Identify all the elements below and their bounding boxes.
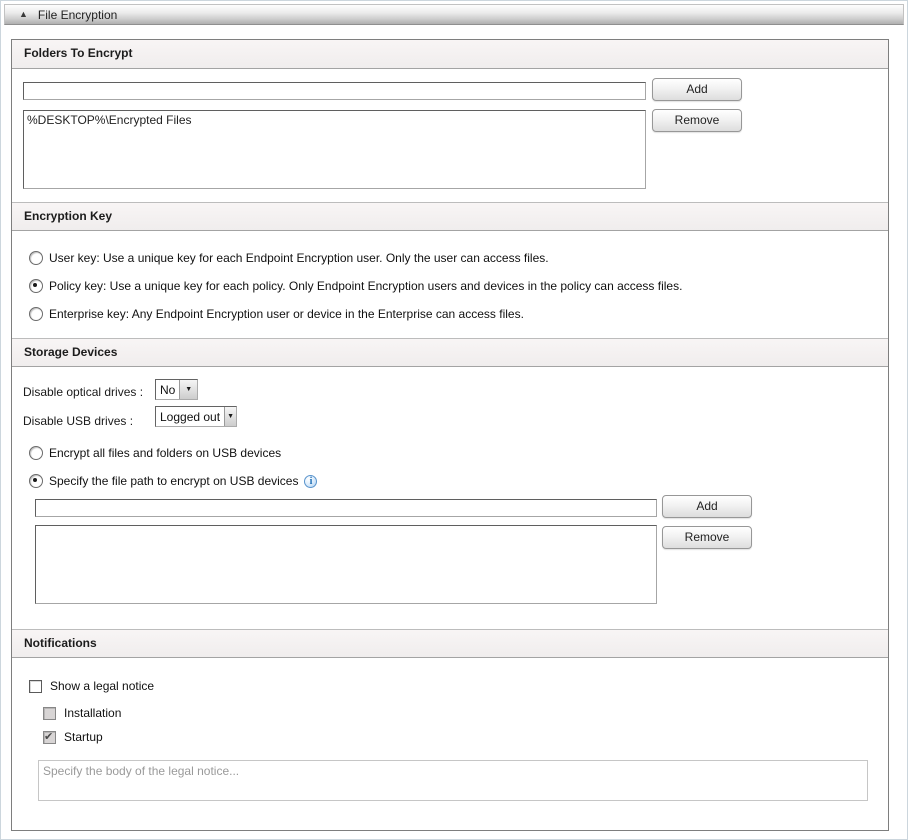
collapse-triangle-icon[interactable]: ▲ <box>19 10 28 19</box>
folder-path-input[interactable] <box>23 82 646 100</box>
disable-usb-drives-select[interactable]: Logged out ▼ <box>155 406 237 427</box>
enterprise-key-radio[interactable] <box>29 307 43 321</box>
file-encryption-panel: Folders To Encrypt Add %DESKTOP%\Encrypt… <box>11 39 889 831</box>
page-title: File Encryption <box>38 8 117 22</box>
startup-checkbox-row: ✔ Startup <box>43 730 103 744</box>
encrypt-all-usb-radio-row[interactable]: Encrypt all files and folders on USB dev… <box>29 446 281 460</box>
enterprise-key-radio-label: Enterprise key: Any Endpoint Encryption … <box>49 307 524 321</box>
section-header-notifications: Notifications <box>12 629 888 658</box>
show-legal-notice-checkbox[interactable] <box>29 680 42 693</box>
specify-usb-path-radio-label: Specify the file path to encrypt on USB … <box>49 474 298 488</box>
legal-notice-body-textarea[interactable] <box>38 760 868 801</box>
encrypt-all-usb-radio[interactable] <box>29 446 43 460</box>
usb-path-add-button[interactable]: Add <box>662 495 752 518</box>
show-legal-notice-label: Show a legal notice <box>50 679 154 693</box>
installation-checkbox-row: Installation <box>43 706 121 720</box>
disable-usb-drives-label: Disable USB drives : <box>23 414 133 428</box>
enterprise-key-radio-row[interactable]: Enterprise key: Any Endpoint Encryption … <box>29 307 524 321</box>
installation-checkbox <box>43 707 56 720</box>
folders-list-item[interactable]: %DESKTOP%\Encrypted Files <box>24 111 645 129</box>
encrypt-all-usb-radio-label: Encrypt all files and folders on USB dev… <box>49 446 281 460</box>
disable-optical-drives-label: Disable optical drives : <box>23 385 143 399</box>
policy-key-radio-label: Policy key: Use a unique key for each po… <box>49 279 682 293</box>
installation-label: Installation <box>64 706 121 720</box>
policy-key-radio-row[interactable]: Policy key: Use a unique key for each po… <box>29 279 682 293</box>
disable-optical-drives-select[interactable]: No ▼ <box>155 379 198 400</box>
specify-usb-path-radio[interactable] <box>29 474 43 488</box>
usb-path-listbox[interactable] <box>35 525 657 604</box>
chevron-down-icon[interactable]: ▼ <box>224 407 236 426</box>
info-icon[interactable]: i <box>304 475 317 488</box>
check-icon: ✔ <box>44 730 53 743</box>
section-header-storage-devices: Storage Devices <box>12 338 888 367</box>
policy-key-radio[interactable] <box>29 279 43 293</box>
startup-checkbox: ✔ <box>43 731 56 744</box>
specify-usb-path-radio-row[interactable]: Specify the file path to encrypt on USB … <box>29 474 317 488</box>
startup-label: Startup <box>64 730 103 744</box>
user-key-radio-label: User key: Use a unique key for each Endp… <box>49 251 549 265</box>
show-legal-notice-checkbox-row[interactable]: Show a legal notice <box>29 679 154 693</box>
user-key-radio-row[interactable]: User key: Use a unique key for each Endp… <box>29 251 549 265</box>
usb-path-input[interactable] <box>35 499 657 517</box>
file-encryption-page: ▲ File Encryption Folders To Encrypt Add… <box>0 0 908 840</box>
disable-usb-drives-value: Logged out <box>156 410 224 424</box>
user-key-radio[interactable] <box>29 251 43 265</box>
folders-remove-button[interactable]: Remove <box>652 109 742 132</box>
chevron-down-icon[interactable]: ▼ <box>179 380 197 399</box>
disable-optical-drives-value: No <box>156 383 179 397</box>
section-header-encryption-key: Encryption Key <box>12 202 888 231</box>
section-header-folders: Folders To Encrypt <box>12 40 888 69</box>
folders-listbox[interactable]: %DESKTOP%\Encrypted Files <box>23 110 646 189</box>
folders-add-button[interactable]: Add <box>652 78 742 101</box>
usb-path-remove-button[interactable]: Remove <box>662 526 752 549</box>
file-encryption-collapse-bar[interactable]: ▲ File Encryption <box>4 4 904 25</box>
